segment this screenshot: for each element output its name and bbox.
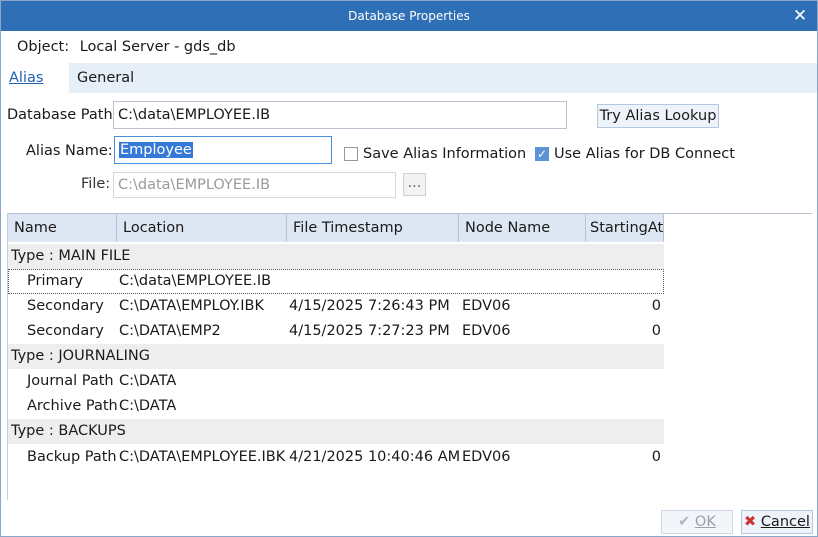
cell-timestamp: 4/21/2025 10:40:46 AM [289,449,461,465]
database-properties-dialog: Database Properties ✕ Object: Local Serv… [0,0,818,537]
group-row-backups[interactable]: Type : BACKUPS [8,419,664,444]
save-alias-checkbox[interactable]: Save Alias Information [344,146,526,162]
cell-location: C:\data\EMPLOYEE.IB [119,273,272,289]
use-alias-checkbox-label: Use Alias for DB Connect [554,146,735,162]
object-value: Local Server - gds_db [79,39,236,55]
tab-alias[interactable]: Alias [1,63,69,93]
cell-node: EDV06 [462,449,511,465]
title-bar[interactable]: Database Properties ✕ [1,1,817,31]
cell-name: Secondary [27,323,104,339]
database-path-label: Database Path: [7,107,118,123]
column-header-node-name[interactable]: Node Name [459,214,586,242]
cell-name: Backup Path [27,449,117,465]
cell-name: Archive Path [27,398,118,414]
column-header-name[interactable]: Name [8,214,117,242]
table-row[interactable]: Secondary C:\DATA\EMP2 4/15/2025 7:27:23… [8,319,664,344]
object-row: Object: Local Server - gds_db [17,39,242,55]
cancel-button[interactable]: ✖ Cancel [741,510,813,534]
checkmark-icon[interactable]: ✓ [535,147,549,161]
column-header-starting-at[interactable]: StartingAt [586,214,664,242]
alias-name-input[interactable]: Employee [114,136,332,164]
file-label: File: [81,176,111,192]
cell-starting-at: 0 [651,298,661,314]
ok-check-icon: ✔ [678,514,691,530]
cancel-button-label: Cancel [760,514,810,530]
column-header-location[interactable]: Location [117,214,287,242]
tab-strip: Alias General [1,63,817,93]
cell-starting-at: 0 [651,323,661,339]
object-label: Object: [17,39,70,55]
cell-name: Journal Path [27,373,114,389]
group-row-journaling[interactable]: Type : JOURNALING [8,344,664,369]
use-alias-checkbox[interactable]: ✓ Use Alias for DB Connect [535,146,735,162]
tab-alias-label: Alias [9,70,44,86]
alias-name-selected-text: Employee [119,142,193,158]
cancel-x-icon: ✖ [744,514,757,530]
cell-node: EDV06 [462,323,511,339]
database-path-input[interactable]: C:\data\EMPLOYEE.IB [113,101,567,129]
cell-timestamp: 4/15/2025 7:27:23 PM [289,323,450,339]
files-grid[interactable]: Name Location File Timestamp Node Name S… [7,213,812,500]
cell-timestamp: 4/15/2025 7:26:43 PM [289,298,450,314]
group-row-main-file[interactable]: Type : MAIN FILE [8,244,664,269]
table-row[interactable]: Primary C:\data\EMPLOYEE.IB [8,269,664,294]
browse-file-button[interactable]: ... [403,173,426,196]
alias-name-label: Alias Name: [26,143,113,159]
table-row[interactable]: Backup Path C:\DATA\EMPLOYEE.IBK 4/21/20… [8,445,664,470]
cell-starting-at: 0 [651,449,661,465]
tab-general[interactable]: General [69,63,142,93]
file-input: C:\data\EMPLOYEE.IB [113,172,396,198]
cell-location: C:\DATA\EMP2 [119,323,221,339]
save-alias-checkbox-box[interactable] [344,147,358,161]
table-row[interactable]: Archive Path C:\DATA [8,394,664,419]
ok-button[interactable]: ✔ OK [661,510,733,534]
tab-general-label: General [77,70,135,86]
column-header-file-timestamp[interactable]: File Timestamp [287,214,459,242]
cell-location: C:\DATA\EMPLOYEE.IBK [119,449,286,465]
ok-button-label: OK [694,514,716,530]
close-icon[interactable]: ✕ [789,5,811,27]
cell-name: Primary [27,273,84,289]
cell-location: C:\DATA [119,373,177,389]
cell-location: C:\DATA\EMPLOY.IBK [119,298,264,314]
grid-header: Name Location File Timestamp Node Name S… [8,214,664,242]
cell-name: Secondary [27,298,104,314]
window-title: Database Properties [348,9,470,23]
try-alias-lookup-button[interactable]: Try Alias Lookup [597,104,719,128]
table-row[interactable]: Journal Path C:\DATA [8,369,664,394]
cell-node: EDV06 [462,298,511,314]
save-alias-checkbox-label: Save Alias Information [363,146,527,162]
table-row[interactable]: Secondary C:\DATA\EMPLOY.IBK 4/15/2025 7… [8,294,664,319]
cell-location: C:\DATA [119,398,177,414]
